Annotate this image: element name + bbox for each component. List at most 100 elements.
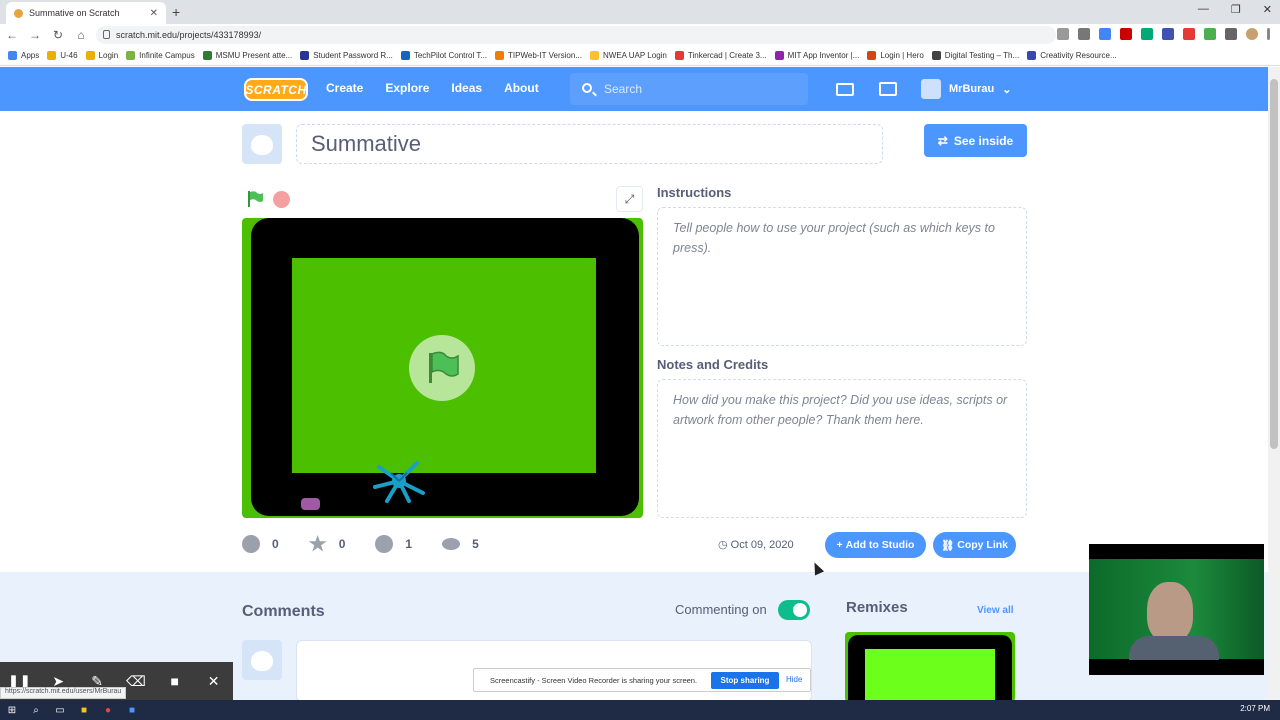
green-flag-icon bbox=[429, 351, 459, 383]
instructions-textarea[interactable]: Tell people how to use your project (suc… bbox=[657, 207, 1027, 346]
zoom-icon[interactable] bbox=[1057, 28, 1069, 40]
reload-icon[interactable]: ↻ bbox=[47, 28, 69, 42]
plus-icon: + bbox=[836, 539, 846, 551]
commenting-toggle[interactable] bbox=[778, 600, 810, 620]
extension-icon[interactable] bbox=[1162, 28, 1174, 40]
page-scrollbar[interactable] bbox=[1268, 67, 1280, 700]
search-input[interactable]: Search bbox=[570, 73, 808, 105]
task-view-icon[interactable]: ▭ bbox=[48, 700, 72, 720]
back-icon[interactable]: ← bbox=[1, 28, 23, 42]
scrollbar-thumb[interactable] bbox=[1270, 79, 1278, 449]
bookmark-item[interactable]: Login | Hero bbox=[867, 51, 924, 60]
search-icon[interactable]: ⌕ bbox=[24, 700, 48, 720]
bookmarks-bar: Apps U-46 Login Infinite Campus MSMU Pre… bbox=[0, 46, 1280, 66]
avatar bbox=[921, 79, 941, 99]
forward-icon[interactable]: → bbox=[24, 28, 46, 42]
scratch-nav-bar: SCRATCH Create Explore Ideas About Searc… bbox=[0, 67, 1268, 111]
notes-textarea[interactable]: How did you make this project? Did you u… bbox=[657, 379, 1027, 518]
minimize-icon[interactable]: — bbox=[1198, 3, 1209, 16]
instructions-heading: Instructions bbox=[657, 185, 732, 200]
hide-link[interactable]: Hide bbox=[786, 675, 802, 684]
bookmark-item[interactable]: Digital Testing – Th... bbox=[931, 51, 1019, 60]
menu-kebab-icon[interactable] bbox=[1267, 28, 1270, 40]
username: MrBurau bbox=[949, 83, 995, 95]
fullscreen-icon[interactable]: ⤢ bbox=[616, 186, 643, 212]
extension-icon[interactable] bbox=[1204, 28, 1216, 40]
app-icon[interactable]: ■ bbox=[120, 700, 144, 720]
bookmark-icon bbox=[931, 51, 941, 60]
bookmark-icon bbox=[400, 51, 410, 60]
project-owner-avatar[interactable] bbox=[242, 124, 282, 164]
puzzle-icon[interactable] bbox=[1225, 28, 1237, 40]
stop-icon[interactable] bbox=[273, 191, 290, 208]
messages-icon[interactable] bbox=[836, 83, 854, 96]
bookmark-item[interactable]: TIPWeb-IT Version... bbox=[495, 51, 582, 60]
bookmark-item[interactable]: TechPilot Control T... bbox=[400, 51, 487, 60]
cat-icon bbox=[251, 651, 273, 671]
star-icon bbox=[308, 535, 327, 552]
new-tab-icon[interactable]: + bbox=[172, 4, 180, 20]
home-icon[interactable]: ⌂ bbox=[70, 28, 92, 42]
tab-title: Summative on Scratch bbox=[29, 8, 120, 18]
windows-start-icon[interactable]: ⊞ bbox=[0, 700, 24, 720]
status-url: https://scratch.mit.edu/users/MrBurau bbox=[0, 687, 127, 699]
remix-thumbnail[interactable] bbox=[845, 632, 1015, 702]
start-green-flag-overlay[interactable] bbox=[409, 335, 475, 401]
file-explorer-icon[interactable]: ■ bbox=[72, 700, 96, 720]
bookmark-item[interactable]: NWEA UAP Login bbox=[589, 51, 667, 60]
extension-icon[interactable] bbox=[1141, 28, 1153, 40]
bookmark-icon bbox=[867, 51, 877, 60]
my-stuff-folder-icon[interactable] bbox=[879, 82, 897, 96]
screen-share-notice: Screencastify - Screen Video Recorder is… bbox=[473, 668, 811, 692]
stop-sharing-button[interactable]: Stop sharing bbox=[711, 672, 779, 689]
bookmark-star-icon[interactable] bbox=[1078, 28, 1090, 40]
bookmark-item[interactable]: MSMU Present atte... bbox=[202, 51, 292, 60]
see-inside-button[interactable]: ⇄ See inside bbox=[924, 124, 1027, 157]
scratch-logo[interactable]: SCRATCH bbox=[244, 78, 308, 101]
nav-about[interactable]: About bbox=[504, 81, 539, 95]
bookmark-item[interactable]: Apps bbox=[8, 51, 39, 60]
bookmark-item[interactable]: Student Password R... bbox=[300, 51, 393, 60]
bookmark-item[interactable]: U-46 bbox=[47, 51, 78, 60]
project-title-input[interactable]: Summative bbox=[296, 124, 883, 164]
bookmark-item[interactable]: Login bbox=[85, 51, 118, 60]
browser-tab[interactable]: Summative on Scratch ✕ bbox=[6, 2, 166, 24]
webcam-person bbox=[1147, 582, 1193, 642]
comments-heading: Comments bbox=[242, 603, 325, 620]
close-icon[interactable]: ✕ bbox=[194, 662, 233, 700]
bookmark-item[interactable]: Creativity Resource... bbox=[1027, 51, 1117, 60]
nav-explore[interactable]: Explore bbox=[385, 81, 429, 95]
account-menu[interactable]: MrBurau ⌄ bbox=[921, 79, 1011, 99]
bookmark-item[interactable]: Tinkercad | Create 3... bbox=[674, 51, 767, 60]
bookmark-item[interactable]: MIT App Inventor |... bbox=[774, 51, 859, 60]
apps-grid-icon bbox=[8, 51, 17, 60]
pdf-extension-icon[interactable] bbox=[1120, 28, 1132, 40]
favorite-button[interactable]: 0 bbox=[308, 535, 345, 553]
screencastify-icon[interactable] bbox=[1183, 28, 1195, 40]
add-to-studio-button[interactable]: + Add to Studio bbox=[825, 532, 926, 558]
close-window-icon[interactable]: ✕ bbox=[1263, 3, 1272, 16]
bookmark-icon bbox=[300, 51, 310, 60]
copy-link-button[interactable]: ⛓ Copy Link bbox=[933, 532, 1016, 558]
chrome-icon[interactable]: ● bbox=[96, 700, 120, 720]
restore-icon[interactable]: ❐ bbox=[1231, 3, 1241, 16]
camera-icon[interactable]: ■ bbox=[155, 662, 194, 700]
bookmark-item[interactable]: Infinite Campus bbox=[126, 51, 195, 60]
eye-icon bbox=[442, 538, 461, 550]
green-flag-icon[interactable] bbox=[246, 190, 264, 208]
close-tab-icon[interactable]: ✕ bbox=[150, 8, 158, 19]
love-button[interactable]: 0 bbox=[242, 535, 279, 553]
webcam-person-body bbox=[1129, 636, 1219, 660]
nav-links: Create Explore Ideas About bbox=[326, 81, 561, 95]
translate-icon[interactable] bbox=[1099, 28, 1111, 40]
profile-avatar[interactable] bbox=[1246, 28, 1258, 40]
lock-icon bbox=[103, 30, 110, 39]
project-stage[interactable] bbox=[242, 218, 643, 518]
sprite-splash bbox=[373, 461, 425, 503]
nav-ideas[interactable]: Ideas bbox=[451, 81, 482, 95]
view-all-link[interactable]: View all bbox=[977, 605, 1014, 616]
nav-create[interactable]: Create bbox=[326, 81, 363, 95]
url-field[interactable]: scratch.mit.edu/projects/433178993/ bbox=[96, 26, 1056, 44]
search-placeholder: Search bbox=[604, 82, 643, 96]
windows-taskbar: ⊞ ⌕ ▭ ■ ● ■ 2:07 PM bbox=[0, 700, 1280, 720]
